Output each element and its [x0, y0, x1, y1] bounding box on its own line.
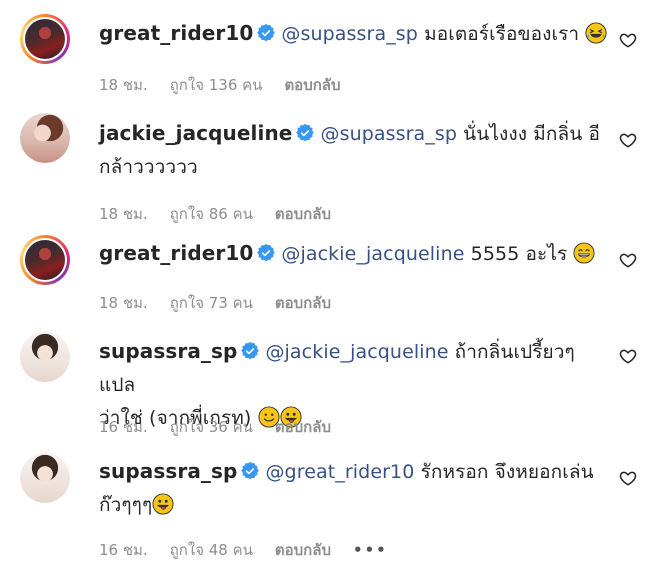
- like-heart-icon[interactable]: [619, 469, 637, 487]
- avatar[interactable]: [20, 235, 70, 285]
- comment-username[interactable]: great_rider10: [99, 241, 253, 265]
- comment-likes[interactable]: ถูกใจ 48 คน: [170, 541, 253, 559]
- comment-time: 16 ชม.: [99, 418, 148, 436]
- comment-meta: 16 ชม. ถูกใจ 48 คน ตอบกลับ •••: [99, 538, 410, 562]
- comment-text-line2: กล้าวววววว: [99, 156, 198, 178]
- mention-link[interactable]: @jackie_jacqueline: [281, 243, 464, 265]
- grinning-emoji-icon: [573, 242, 595, 264]
- reply-button[interactable]: ตอบกลับ: [284, 76, 340, 94]
- comment-username[interactable]: jackie_jacqueline: [99, 121, 292, 145]
- like-heart-icon[interactable]: [619, 347, 637, 365]
- mention-link[interactable]: @jackie_jacqueline: [265, 341, 448, 363]
- comment-username[interactable]: supassra_sp: [99, 339, 237, 363]
- comment-meta: 18 ชม. ถูกใจ 86 คน ตอบกลับ: [99, 202, 353, 226]
- mention-link[interactable]: @supassra_sp: [320, 123, 457, 145]
- reply-button[interactable]: ตอบกลับ: [275, 541, 331, 559]
- comment-likes[interactable]: ถูกใจ 136 คน: [170, 76, 263, 94]
- comment-meta: 18 ชม. ถูกใจ 73 คน ตอบกลับ: [99, 291, 353, 315]
- comment-text-line2: ก๊วๆๆๆ: [99, 494, 153, 516]
- comment-text-line1: รักหรอก จึงหยอกเล่น: [414, 461, 594, 483]
- verified-badge-icon: [241, 462, 259, 480]
- comment-text: มอเตอร์เรือของเรา: [417, 23, 580, 45]
- verified-badge-icon: [257, 24, 275, 42]
- comment-time: 16 ชม.: [99, 541, 148, 559]
- comment-text: 5555 อะไร: [464, 243, 568, 265]
- reply-button[interactable]: ตอบกลับ: [275, 418, 331, 436]
- tongue-wink-emoji-icon: [152, 493, 174, 515]
- comment-username[interactable]: great_rider10: [99, 21, 253, 45]
- avatar[interactable]: [20, 113, 70, 163]
- comment-body: jackie_jacqueline @supassra_sp นั่นไงงง ม…: [99, 117, 609, 184]
- rolling-laughing-emoji-icon: [585, 22, 607, 44]
- avatar[interactable]: [20, 332, 70, 382]
- like-heart-icon[interactable]: [619, 131, 637, 149]
- comment-body: great_rider10 @jackie_jacqueline 5555 อะไ…: [99, 237, 609, 271]
- like-heart-icon[interactable]: [619, 251, 637, 269]
- verified-badge-icon: [296, 124, 314, 142]
- like-heart-icon[interactable]: [619, 31, 637, 49]
- comment-meta: 18 ชม. ถูกใจ 136 คน ตอบกลับ: [99, 73, 363, 97]
- comment-time: 18 ชม.: [99, 205, 148, 223]
- comment-text-line1: นั่นไงงง มีกลิ่น อี: [457, 123, 600, 145]
- reply-button[interactable]: ตอบกลับ: [275, 294, 331, 312]
- comment-time: 18 ชม.: [99, 294, 148, 312]
- comment-meta: 16 ชม. ถูกใจ 36 คน ตอบกลับ: [99, 415, 353, 439]
- comment-body: great_rider10 @supassra_sp มอเตอร์เรือของ…: [99, 17, 609, 51]
- mention-link[interactable]: @great_rider10: [265, 461, 414, 483]
- comment-body: supassra_sp @great_rider10 รักหรอก จึงหยอ…: [99, 455, 609, 522]
- more-options-button[interactable]: •••: [353, 541, 388, 559]
- comment-likes[interactable]: ถูกใจ 36 คน: [170, 418, 253, 436]
- comment-likes[interactable]: ถูกใจ 86 คน: [170, 205, 253, 223]
- comment-time: 18 ชม.: [99, 76, 148, 94]
- reply-button[interactable]: ตอบกลับ: [275, 205, 331, 223]
- verified-badge-icon: [257, 244, 275, 262]
- verified-badge-icon: [241, 342, 259, 360]
- avatar[interactable]: [20, 14, 70, 64]
- avatar[interactable]: [20, 453, 70, 503]
- comment-likes[interactable]: ถูกใจ 73 คน: [170, 294, 253, 312]
- comment-username[interactable]: supassra_sp: [99, 459, 237, 483]
- mention-link[interactable]: @supassra_sp: [281, 23, 418, 45]
